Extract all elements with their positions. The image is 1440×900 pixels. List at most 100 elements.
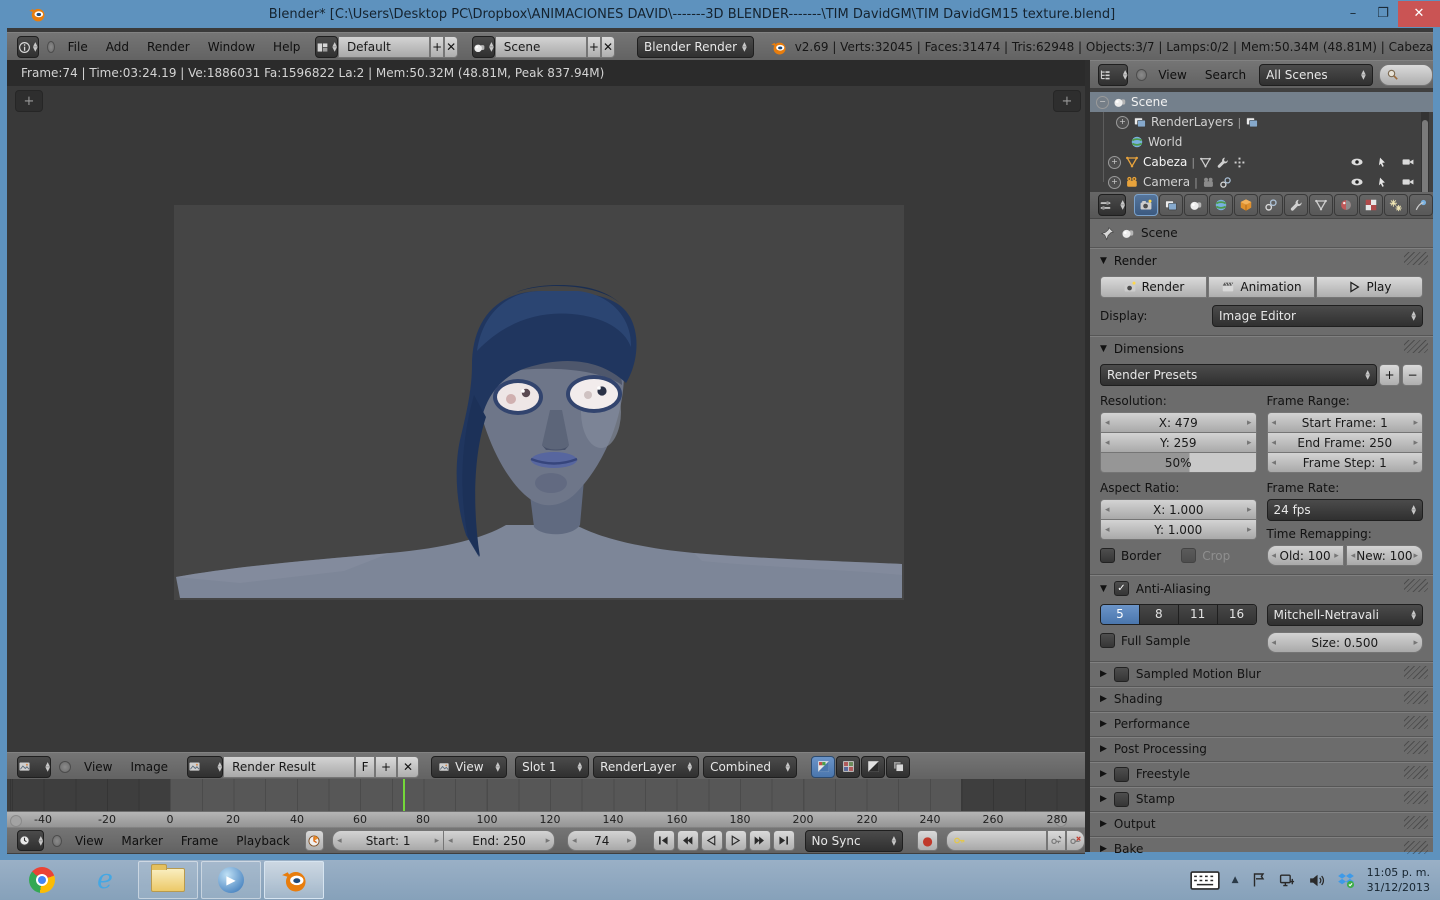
expand-arrow-icon[interactable]: ▶ (1100, 819, 1107, 829)
tab-modifiers[interactable] (1284, 194, 1308, 216)
outliner-item-label[interactable]: World (1148, 135, 1182, 149)
border-checkbox[interactable] (1100, 548, 1115, 563)
resolution-y-field[interactable]: ◂ Y: 259 ▸ (1100, 433, 1257, 453)
taskbar-clock[interactable]: 11:05 p. m. 31/12/2013 (1367, 865, 1430, 895)
menu-help[interactable]: Help (264, 33, 309, 61)
delete-layout-button[interactable]: ✕ (444, 36, 459, 58)
taskbar-blender-button[interactable] (264, 861, 324, 899)
tab-scene[interactable] (1184, 194, 1208, 216)
timeline-ruler-scrollbar[interactable]: -40 -20 0 20 40 60 80 100 120 140 160 18… (7, 811, 1085, 828)
disclosure-expand-icon[interactable]: + (1116, 115, 1129, 129)
panel-header-render[interactable]: ▼ Render (1100, 254, 1423, 268)
add-preset-button[interactable]: + (1379, 364, 1400, 386)
tab-render[interactable] (1134, 194, 1158, 216)
disclosure-expand-icon[interactable]: + (1108, 155, 1121, 169)
insert-keyframe-button[interactable] (1046, 830, 1066, 851)
dropbox-icon[interactable] (1337, 871, 1355, 889)
remap-new-field[interactable]: ◂ New: 100 ▸ (1345, 545, 1423, 566)
unlink-image-button[interactable]: ✕ (397, 755, 420, 778)
scene-icon-button[interactable]: ▲ ▼ (472, 36, 495, 58)
next-keyframe-button[interactable] (748, 830, 771, 851)
tab-render-layers[interactable] (1159, 194, 1183, 216)
aa-filter-size-field[interactable]: ◂ Size: 0.500 ▸ (1266, 632, 1423, 653)
aspect-y-field[interactable]: ◂ Y: 1.000 ▸ (1100, 520, 1257, 540)
visibility-eye-icon[interactable] (1350, 175, 1364, 189)
render-restrict-camera-icon[interactable] (1401, 175, 1415, 189)
editor-type-dropdown-info[interactable]: ▲ ▼ (17, 36, 39, 58)
panel-drag-widget[interactable] (1404, 340, 1428, 353)
play-button[interactable] (724, 830, 747, 851)
tab-material[interactable] (1334, 194, 1358, 216)
previous-keyframe-button[interactable] (676, 830, 699, 851)
header-collapse-toggle[interactable] (1136, 68, 1148, 81)
panel-performance[interactable]: ▶ Performance (1090, 712, 1433, 736)
volume-icon[interactable] (1308, 872, 1325, 889)
new-image-button[interactable]: + (375, 755, 398, 778)
outliner-row-renderlayers[interactable]: + RenderLayers | (1090, 112, 1433, 132)
current-frame-field[interactable]: ◂ 74 ▸ (567, 830, 637, 851)
disclosure-expand-icon[interactable]: + (1108, 175, 1121, 189)
outliner-item-label[interactable]: RenderLayers (1151, 115, 1233, 129)
expand-region-button-left[interactable]: + (15, 90, 43, 112)
header-collapse-toggle[interactable] (46, 41, 55, 53)
menu-window[interactable]: Window (199, 33, 264, 61)
full-sample-checkbox[interactable] (1100, 633, 1115, 648)
outliner-row-scene[interactable]: − Scene (1090, 92, 1433, 112)
header-collapse-toggle[interactable] (59, 760, 71, 773)
panel-sampled-motion-blur[interactable]: ▶ Sampled Motion Blur (1090, 662, 1433, 686)
start-frame-field[interactable]: ◂ Start: 1 ▸ (332, 830, 445, 851)
network-icon[interactable] (1279, 872, 1296, 889)
editor-type-dropdown-outliner[interactable]: ▲ ▼ (1098, 63, 1129, 86)
tab-world[interactable] (1209, 194, 1233, 216)
frame-rate-dropdown[interactable]: 24 fps ▲ ▼ (1266, 499, 1423, 521)
minimize-button[interactable]: – (1338, 1, 1368, 27)
taskbar-file-explorer-button[interactable] (138, 861, 198, 899)
tab-texture[interactable] (1359, 194, 1383, 216)
header-collapse-toggle[interactable] (52, 834, 62, 847)
menu-marker[interactable]: Marker (112, 828, 171, 853)
fake-user-button[interactable]: F (355, 755, 376, 778)
outliner-row-cabeza[interactable]: + Cabeza | (1090, 152, 1433, 172)
frame-step-field[interactable]: ◂ Frame Step: 1 ▸ (1266, 453, 1423, 473)
expand-arrow-icon[interactable]: ▶ (1100, 669, 1107, 679)
panel-freestyle[interactable]: ▶ Freestyle (1090, 762, 1433, 786)
expand-arrow-icon[interactable]: ▶ (1100, 719, 1107, 729)
draw-alpha-toggle[interactable] (861, 755, 886, 778)
panel-drag-widget[interactable] (1404, 816, 1428, 829)
tab-object-data[interactable] (1309, 194, 1333, 216)
preview-range-toggle[interactable] (304, 830, 325, 851)
outliner-item-label[interactable]: Scene (1131, 95, 1168, 109)
draw-rgba-toggle[interactable] (811, 755, 836, 778)
panel-output[interactable]: ▶ Output (1090, 812, 1433, 836)
draw-zbuffer-toggle[interactable] (886, 755, 911, 778)
timeline-canvas[interactable] (7, 779, 1085, 811)
disclosure-collapse-icon[interactable]: − (1096, 95, 1109, 109)
menu-view[interactable]: View (75, 753, 121, 780)
aa-samples-8[interactable]: 8 (1139, 605, 1179, 624)
menu-file[interactable]: File (59, 33, 97, 61)
freestyle-checkbox[interactable] (1113, 766, 1129, 782)
outliner-scope-dropdown[interactable]: All Scenes ▲ ▼ (1259, 63, 1373, 86)
outliner-row-camera[interactable]: + Camera | (1090, 172, 1433, 192)
add-scene-button[interactable]: + (586, 36, 601, 58)
draw-rgb-toggle[interactable] (836, 755, 861, 778)
outliner-row-world[interactable]: World (1090, 132, 1433, 152)
aa-samples-11[interactable]: 11 (1178, 605, 1218, 624)
close-button[interactable]: ✕ (1398, 1, 1440, 27)
taskbar-chrome-button[interactable] (12, 861, 72, 899)
render-engine-dropdown[interactable]: Blender Render ▲ ▼ (637, 36, 754, 58)
play-reverse-button[interactable] (700, 830, 723, 851)
menu-view[interactable]: View (1149, 61, 1195, 88)
keying-set-field[interactable] (946, 830, 1047, 851)
expand-arrow-icon[interactable]: ▶ (1100, 794, 1107, 804)
editor-type-dropdown-image[interactable]: ▲ ▼ (17, 755, 51, 778)
menu-render[interactable]: Render (138, 33, 199, 61)
outliner-search-field[interactable] (1378, 63, 1433, 86)
menu-playback[interactable]: Playback (227, 828, 299, 853)
expand-arrow-icon[interactable]: ▶ (1100, 769, 1107, 779)
jump-to-start-button[interactable] (652, 830, 675, 851)
scene-name-field[interactable]: Scene (494, 36, 587, 58)
end-frame-field[interactable]: ◂ End: 250 ▸ (444, 830, 556, 851)
pin-icon[interactable] (1100, 226, 1115, 241)
show-hidden-icons-chevron[interactable]: ▲ (1232, 875, 1239, 885)
